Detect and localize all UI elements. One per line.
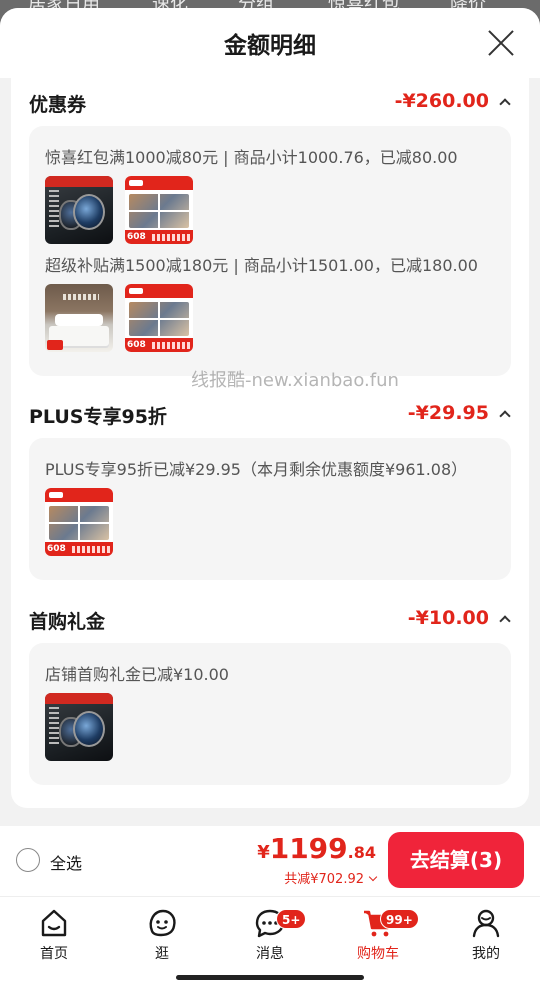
tab-browse[interactable]: 逛 [122, 905, 202, 965]
message-count-badge: 5+ [276, 909, 307, 929]
tab-label: 购物车 [357, 946, 399, 962]
discount-line: PLUS专享95折已减¥29.95（本月剩余优惠额度¥961.08） [45, 460, 468, 479]
discount-line: 店铺首购礼金已减¥10.00 [45, 665, 229, 684]
tab-label: 首页 [40, 946, 68, 962]
section-first-purchase-card: 店铺首购礼金已减¥10.00 [29, 643, 511, 785]
tab-home[interactable]: 首页 [14, 905, 94, 965]
product-thumbs: 608 [45, 284, 205, 352]
section-amount: -¥10.00 [407, 607, 489, 629]
section-coupon-card: 惊喜红包满1000减80元 | 商品小计1000.76，已减80.00 608 … [29, 126, 511, 376]
product-thumb-watch[interactable] [45, 176, 113, 244]
price-badge: 608 [127, 232, 146, 242]
home-icon [41, 909, 67, 937]
total-decimal: .84 [347, 843, 376, 862]
product-thumbs [45, 693, 125, 761]
product-thumb-food[interactable]: 608 [45, 488, 113, 556]
total-saved-text: 共减¥702.92 [284, 872, 364, 887]
section-first-purchase-header[interactable]: 首购礼金 -¥10.00 [29, 605, 511, 635]
discount-line: 超级补贴满1500减180元 | 商品小计1501.00，已减180.00 [45, 256, 478, 275]
chevron-down-icon [368, 872, 378, 882]
product-thumb-watch[interactable] [45, 693, 113, 761]
close-icon[interactable] [486, 28, 516, 58]
product-thumb-food[interactable]: 608 [125, 284, 193, 352]
section-amount: -¥260.00 [394, 90, 489, 112]
section-amount: -¥29.95 [407, 402, 489, 424]
tab-profile[interactable]: 我的 [446, 905, 526, 965]
section-plus-card: PLUS专享95折已减¥29.95（本月剩余优惠额度¥961.08） 608 [29, 438, 511, 580]
detail-panel: 优惠券 -¥260.00 惊喜红包满1000减80元 | 商品小计1000.76… [11, 78, 529, 808]
price-badge: 608 [127, 340, 146, 350]
section-title: 首购礼金 [29, 611, 106, 633]
tab-label: 逛 [155, 946, 169, 962]
product-thumbs: 608 [45, 488, 125, 556]
section-title: PLUS专享95折 [29, 406, 167, 428]
section-coupon-header[interactable]: 优惠券 -¥260.00 [29, 88, 511, 118]
select-all-radio[interactable] [16, 848, 40, 872]
total-integer: 1199 [269, 832, 348, 865]
section-title: 优惠券 [29, 94, 87, 116]
sheet-header: 金额明细 [0, 8, 540, 78]
tab-label: 我的 [472, 946, 500, 962]
chevron-up-icon[interactable] [499, 615, 511, 627]
product-thumbs: 608 [45, 176, 205, 244]
total-price: ¥1199.84 [257, 832, 376, 865]
product-thumb-bedding[interactable] [45, 284, 113, 352]
currency-symbol: ¥ [257, 842, 270, 863]
home-indicator [176, 975, 364, 980]
total-saved-toggle[interactable]: 共减¥702.92 [284, 868, 378, 887]
chevron-up-icon[interactable] [499, 98, 511, 110]
checkout-button[interactable]: 去结算(3) [388, 832, 524, 888]
product-thumb-food[interactable]: 608 [125, 176, 193, 244]
tab-label: 消息 [256, 946, 284, 962]
tab-cart[interactable]: 99+ 购物车 [338, 905, 419, 965]
user-icon [472, 909, 500, 938]
select-all-label: 全选 [50, 854, 83, 873]
face-icon [149, 909, 176, 937]
discount-line: 惊喜红包满1000减80元 | 商品小计1000.76，已减80.00 [45, 148, 458, 167]
tab-messages[interactable]: 5+ 消息 [230, 905, 310, 965]
price-badge: 608 [47, 544, 66, 554]
cart-count-badge: 99+ [380, 909, 419, 929]
amount-detail-sheet: 金额明细 优惠券 -¥260.00 惊喜红包满1000减80元 | 商品小计10… [0, 8, 540, 826]
bottom-tabbar: 首页 逛 5+ 消息 99+ 购物车 我的 [0, 896, 540, 990]
checkout-bar: 全选 ¥1199.84 共减¥702.92 去结算(3) [0, 826, 540, 896]
chevron-up-icon[interactable] [499, 410, 511, 422]
sheet-title: 金额明细 [224, 33, 316, 59]
section-plus-header[interactable]: PLUS专享95折 -¥29.95 [29, 400, 511, 430]
watermark: 线报酷-new.xianbao.fun [191, 370, 399, 391]
